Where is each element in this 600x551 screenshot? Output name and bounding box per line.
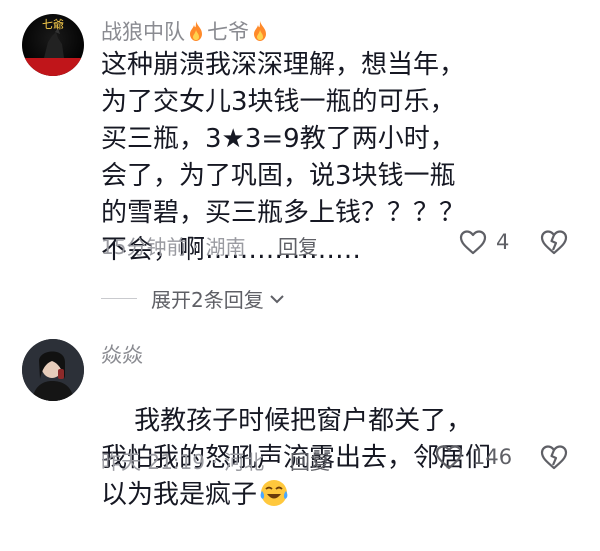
username[interactable]: 焱焱 bbox=[101, 339, 143, 369]
username-text: 焱焱 bbox=[101, 343, 143, 367]
comment-meta: 15分钟前 · 湖南 bbox=[101, 231, 246, 260]
reply-button[interactable]: 回复 bbox=[290, 446, 330, 475]
comment-location: 湖南 bbox=[205, 235, 246, 259]
expand-divider bbox=[101, 298, 137, 299]
comment-meta: 昨天 21:19 · 河北 bbox=[101, 446, 264, 475]
broken-heart-icon bbox=[540, 230, 568, 255]
crying-laughing-emoji bbox=[260, 480, 288, 506]
fire-icon bbox=[254, 21, 266, 41]
like-button[interactable]: 146 bbox=[434, 443, 512, 471]
username-text: 战狼中队 bbox=[101, 20, 185, 44]
comment-time: 15分钟前 bbox=[101, 235, 187, 259]
meta-separator: · bbox=[186, 235, 206, 259]
avatar[interactable] bbox=[22, 339, 84, 401]
comment-location: 河北 bbox=[224, 450, 265, 474]
comment-time: 昨天 21:19 bbox=[101, 450, 205, 474]
chevron-down-icon bbox=[270, 294, 284, 303]
avatar-image bbox=[22, 339, 84, 401]
avatar[interactable]: 七爺 bbox=[22, 14, 84, 76]
dislike-button[interactable] bbox=[539, 228, 569, 260]
heart-icon bbox=[459, 230, 487, 255]
dislike-button[interactable] bbox=[539, 443, 569, 475]
meta-separator: · bbox=[205, 450, 225, 474]
like-count: 146 bbox=[472, 445, 513, 469]
expand-replies-button[interactable]: 展开2条回复 bbox=[101, 284, 286, 313]
reply-button[interactable]: 回复 bbox=[278, 231, 318, 260]
broken-heart-icon bbox=[540, 445, 568, 470]
like-button[interactable]: 4 bbox=[458, 228, 509, 256]
svg-text:七爺: 七爺 bbox=[42, 17, 64, 31]
avatar-image: 七爺 bbox=[22, 14, 84, 76]
expand-label: 展开2条回复 bbox=[151, 288, 264, 312]
like-count: 4 bbox=[496, 230, 510, 254]
username[interactable]: 战狼中队 七爷 bbox=[101, 16, 271, 46]
username-suffix: 七爷 bbox=[207, 20, 249, 44]
heart-icon bbox=[435, 445, 463, 470]
fire-icon bbox=[190, 21, 202, 41]
